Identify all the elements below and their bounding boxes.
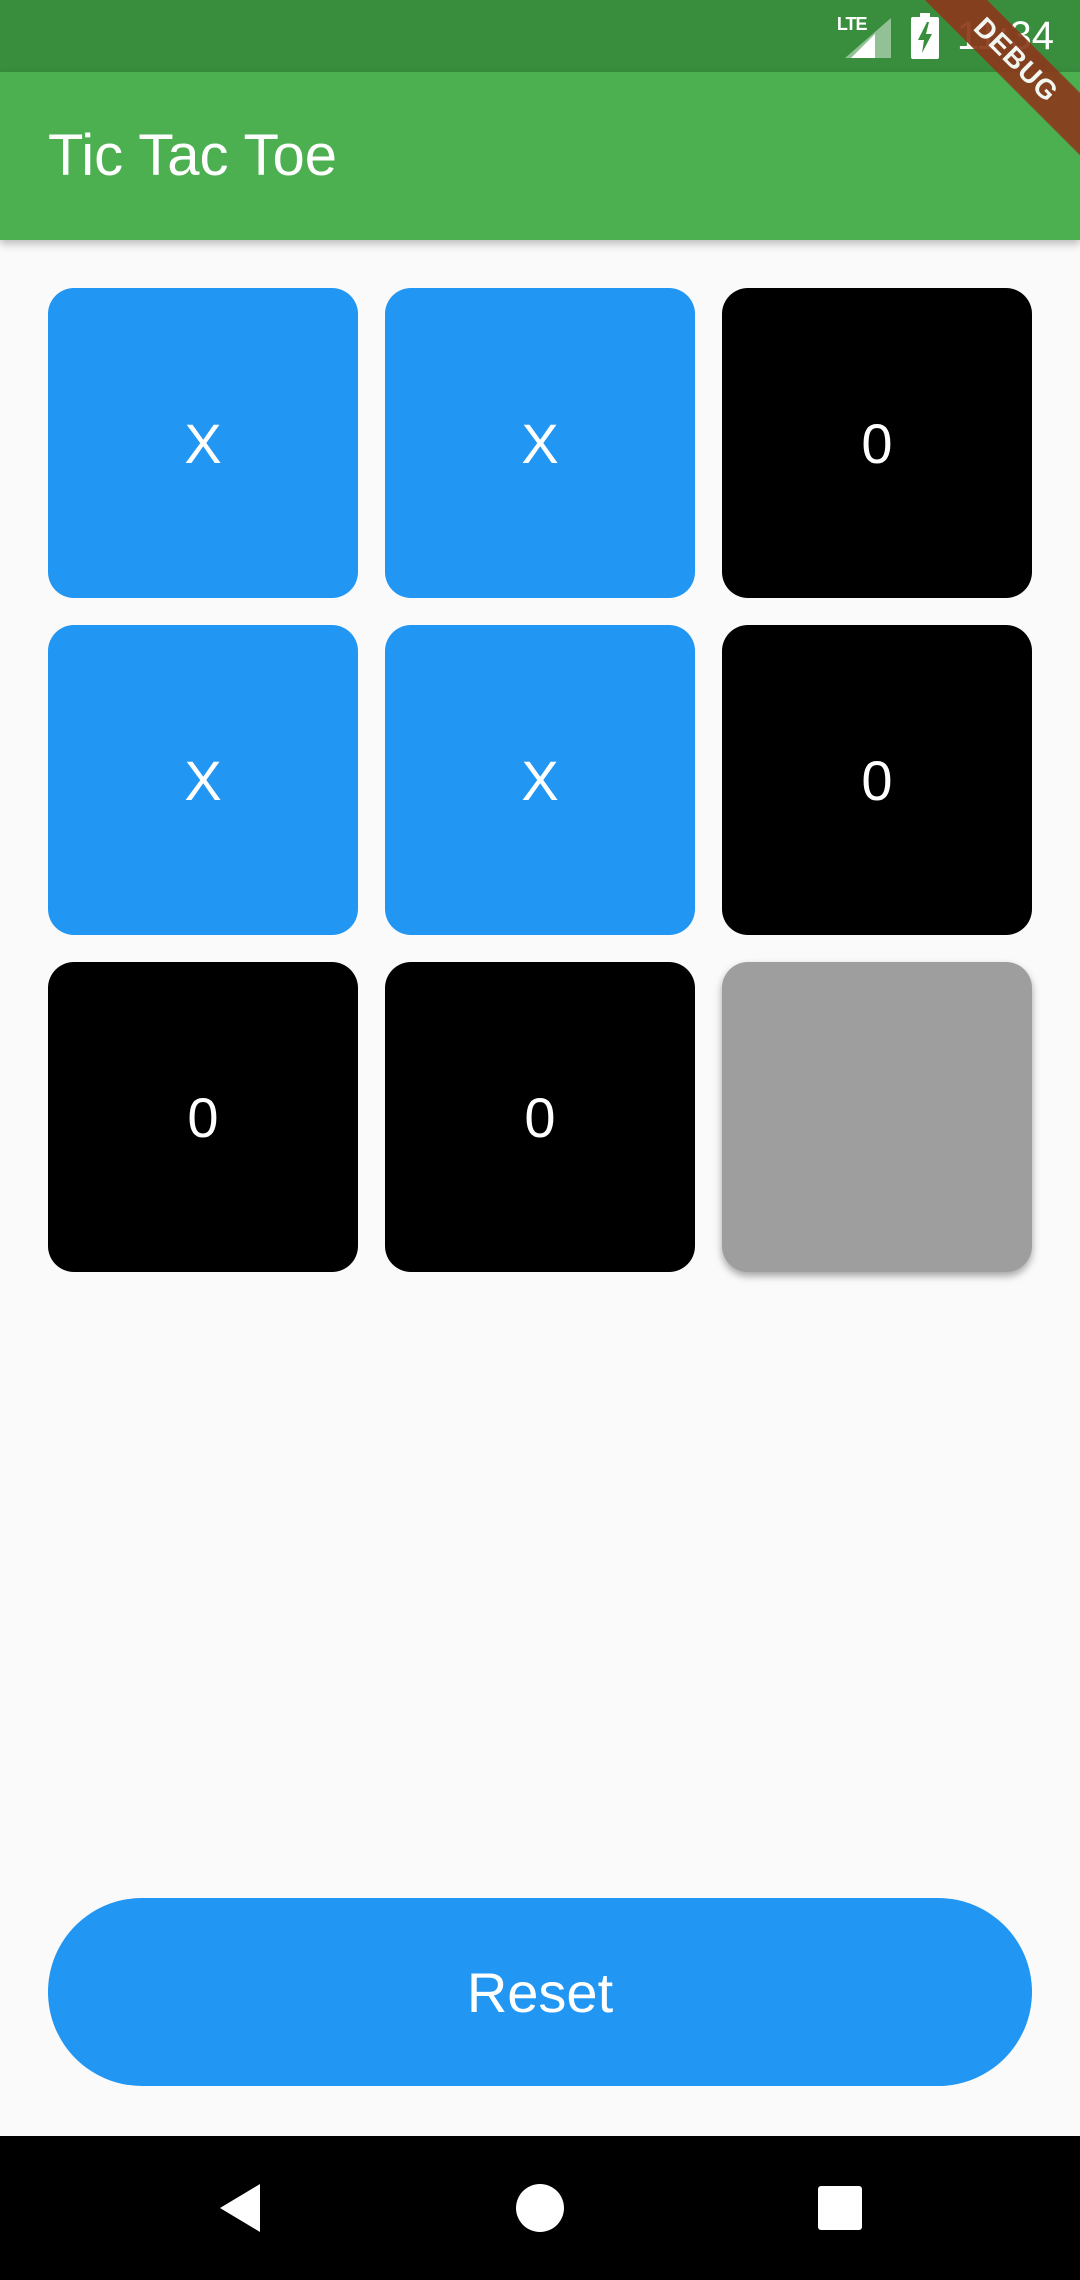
board-cell-8[interactable]: 0: [385, 962, 695, 1272]
back-icon[interactable]: [180, 2136, 300, 2280]
board-cell-2[interactable]: X: [385, 288, 695, 598]
battery-charging-icon: [910, 13, 939, 59]
status-bar: LTE 11:34: [0, 0, 1080, 72]
board-cell-5[interactable]: X: [385, 625, 695, 935]
home-icon[interactable]: [480, 2136, 600, 2280]
reset-button[interactable]: Reset: [48, 1898, 1032, 2086]
board-cell-7[interactable]: 0: [48, 962, 358, 1272]
app-bar: Tic Tac Toe: [0, 72, 1080, 240]
game-board: X X 0 X X 0 0 0: [48, 288, 1032, 1272]
board-cell-4[interactable]: X: [48, 625, 358, 935]
app-title: Tic Tac Toe: [48, 123, 338, 188]
board-cell-6[interactable]: 0: [722, 625, 1032, 935]
board-cell-1[interactable]: X: [48, 288, 358, 598]
board-cell-3[interactable]: 0: [722, 288, 1032, 598]
screen: LTE 11:34 DEBUG Tic Tac Toe X X 0: [0, 0, 1080, 2280]
recents-icon[interactable]: [780, 2136, 900, 2280]
board-cell-9[interactable]: [722, 962, 1032, 1272]
navigation-bar: [0, 2136, 1080, 2280]
lte-signal-icon: LTE: [837, 12, 893, 60]
